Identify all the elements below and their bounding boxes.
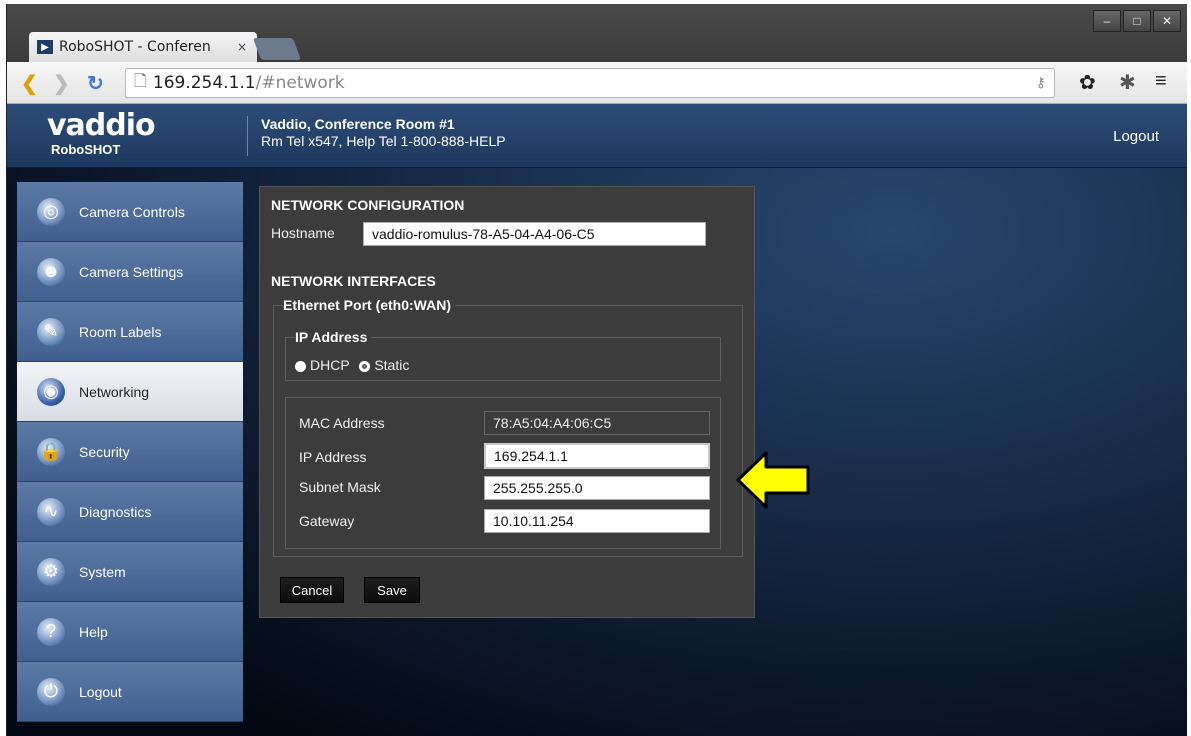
minimize-button[interactable]: – [1093, 10, 1121, 32]
sidebar-item-help[interactable]: ? Help [17, 602, 243, 662]
system-gear-icon: ⚙ [37, 557, 65, 586]
forward-icon[interactable]: ❯ [53, 71, 70, 96]
brand-name: vaddio [47, 108, 156, 143]
gateway-input[interactable]: 10.10.11.254 [484, 509, 710, 533]
vaddio-favicon-icon: ▶ [37, 40, 53, 54]
menu-icon[interactable]: ≡ [1155, 70, 1167, 93]
static-radio[interactable] [359, 360, 371, 372]
ip-mode-options: DHCP Static [295, 357, 409, 373]
browser-toolbar: ❮ ❯ ↻ 🗋 169.254.1.1/#network ⚷ ✿ ✱ ≡ [7, 62, 1187, 104]
header-logout-link[interactable]: Logout [1113, 128, 1159, 145]
static-label[interactable]: Static [374, 357, 409, 373]
sidebar-item-label: Logout [79, 683, 122, 700]
sidebar-item-label: Camera Controls [79, 203, 185, 220]
yellow-arrow-annotation-icon [736, 451, 810, 509]
url-path: /#network [255, 73, 345, 93]
ip-address-label: IP Address [299, 449, 367, 465]
arrow-shape [736, 451, 810, 509]
ip-mode-legend: IP Address [295, 329, 372, 345]
help-icon: ? [37, 617, 65, 646]
header-divider [247, 116, 248, 156]
sidebar-item-label: System [79, 563, 126, 580]
room-contact: Rm Tel x547, Help Tel 1-800-888-HELP [261, 133, 506, 149]
hostname-label: Hostname [271, 225, 335, 241]
browser-tab[interactable]: ▶ RoboSHOT - Conferen × [29, 32, 257, 62]
url-host: 169.254.1.1 [152, 73, 256, 93]
sidebar-nav: ◎ Camera Controls ☻ Camera Settings ✎ Room La… [17, 182, 243, 722]
camera-settings-icon: ☻ [37, 257, 65, 286]
sidebar-item-networking[interactable]: ◉ Networking [17, 362, 243, 422]
sidebar-item-logout[interactable]: ⏻ Logout [17, 662, 243, 722]
sidebar-item-system[interactable]: ⚙ System [17, 542, 243, 602]
sidebar-item-label: Networking [79, 383, 150, 400]
room-labels-icon: ✎ [37, 317, 65, 346]
camera-controls-icon: ◎ [37, 197, 65, 226]
address-bar[interactable]: 🗋 169.254.1.1/#network ⚷ [125, 68, 1055, 98]
sidebar-item-room-labels[interactable]: ✎ Room Labels [17, 302, 243, 362]
page-header: vaddio RoboSHOT Vaddio, Conference Room … [7, 104, 1187, 168]
tab-strip: ▶ RoboSHOT - Conferen × – □ ✕ [7, 4, 1187, 62]
dhcp-label[interactable]: DHCP [310, 357, 349, 373]
networking-icon: ◉ [37, 377, 65, 406]
ip-address-input[interactable]: 169.254.1.1 [484, 443, 710, 469]
new-tab-button[interactable] [252, 38, 302, 60]
settings-gear-icon[interactable]: ✿ [1079, 70, 1096, 95]
page-icon: 🗋 [134, 70, 147, 90]
tab-title: RoboSHOT - Conferen [59, 39, 211, 55]
window-controls: – □ ✕ [1093, 10, 1181, 32]
back-icon[interactable]: ❮ [21, 71, 38, 96]
sidebar-item-camera-settings[interactable]: ☻ Camera Settings [17, 242, 243, 302]
security-lock-icon: 🔒 [37, 437, 65, 466]
vaddio-logo: vaddio RoboSHOT [47, 108, 156, 158]
sidebar-item-diagnostics[interactable]: ∿ Diagnostics [17, 482, 243, 542]
close-window-button[interactable]: ✕ [1153, 10, 1181, 32]
mac-address-field: 78:A5:04:A4:06:C5 [484, 411, 710, 435]
network-configuration-title: NETWORK CONFIGURATION [271, 197, 465, 213]
room-location: Vaddio, Conference Room #1 [261, 116, 455, 132]
power-icon: ⏻ [37, 677, 65, 706]
network-panel: NETWORK CONFIGURATION Hostname vaddio-ro… [259, 186, 755, 618]
maximize-button[interactable]: □ [1123, 10, 1151, 32]
mac-address-label: MAC Address [299, 415, 385, 431]
dhcp-radio[interactable] [295, 360, 306, 372]
room-info: Vaddio, Conference Room #1 Rm Tel x547, … [261, 116, 506, 150]
sidebar-item-label: Room Labels [79, 323, 162, 340]
roboshot-page: vaddio RoboSHOT Vaddio, Conference Room … [7, 104, 1187, 736]
subnet-mask-input[interactable]: 255.255.255.0 [484, 476, 710, 500]
hostname-input[interactable]: vaddio-romulus-78-A5-04-A4-06-C5 [363, 222, 706, 246]
sidebar-item-label: Diagnostics [79, 503, 152, 520]
gateway-label: Gateway [299, 513, 355, 529]
sidebar-item-label: Security [79, 443, 130, 460]
subnet-mask-label: Subnet Mask [299, 479, 381, 495]
sidebar-item-label: Help [79, 623, 108, 640]
network-interfaces-title: NETWORK INTERFACES [271, 273, 436, 289]
tab-close-icon[interactable]: × [237, 40, 247, 54]
diagnostics-icon: ∿ [37, 497, 65, 526]
sidebar-item-label: Camera Settings [79, 263, 184, 280]
sidebar-item-security[interactable]: 🔒 Security [17, 422, 243, 482]
reload-icon[interactable]: ↻ [87, 71, 104, 96]
browser-window: ▶ RoboSHOT - Conferen × – □ ✕ ❮ ❯ ↻ 🗋 16… [6, 4, 1187, 736]
ethernet-port-legend: Ethernet Port (eth0:WAN) [283, 297, 455, 313]
save-button[interactable]: Save [364, 577, 420, 603]
extension-icon[interactable]: ✱ [1119, 70, 1136, 95]
key-icon[interactable]: ⚷ [1036, 75, 1046, 91]
cancel-button[interactable]: Cancel [280, 577, 344, 603]
product-name: RoboSHOT [51, 142, 121, 157]
sidebar-item-camera-controls[interactable]: ◎ Camera Controls [17, 182, 243, 242]
